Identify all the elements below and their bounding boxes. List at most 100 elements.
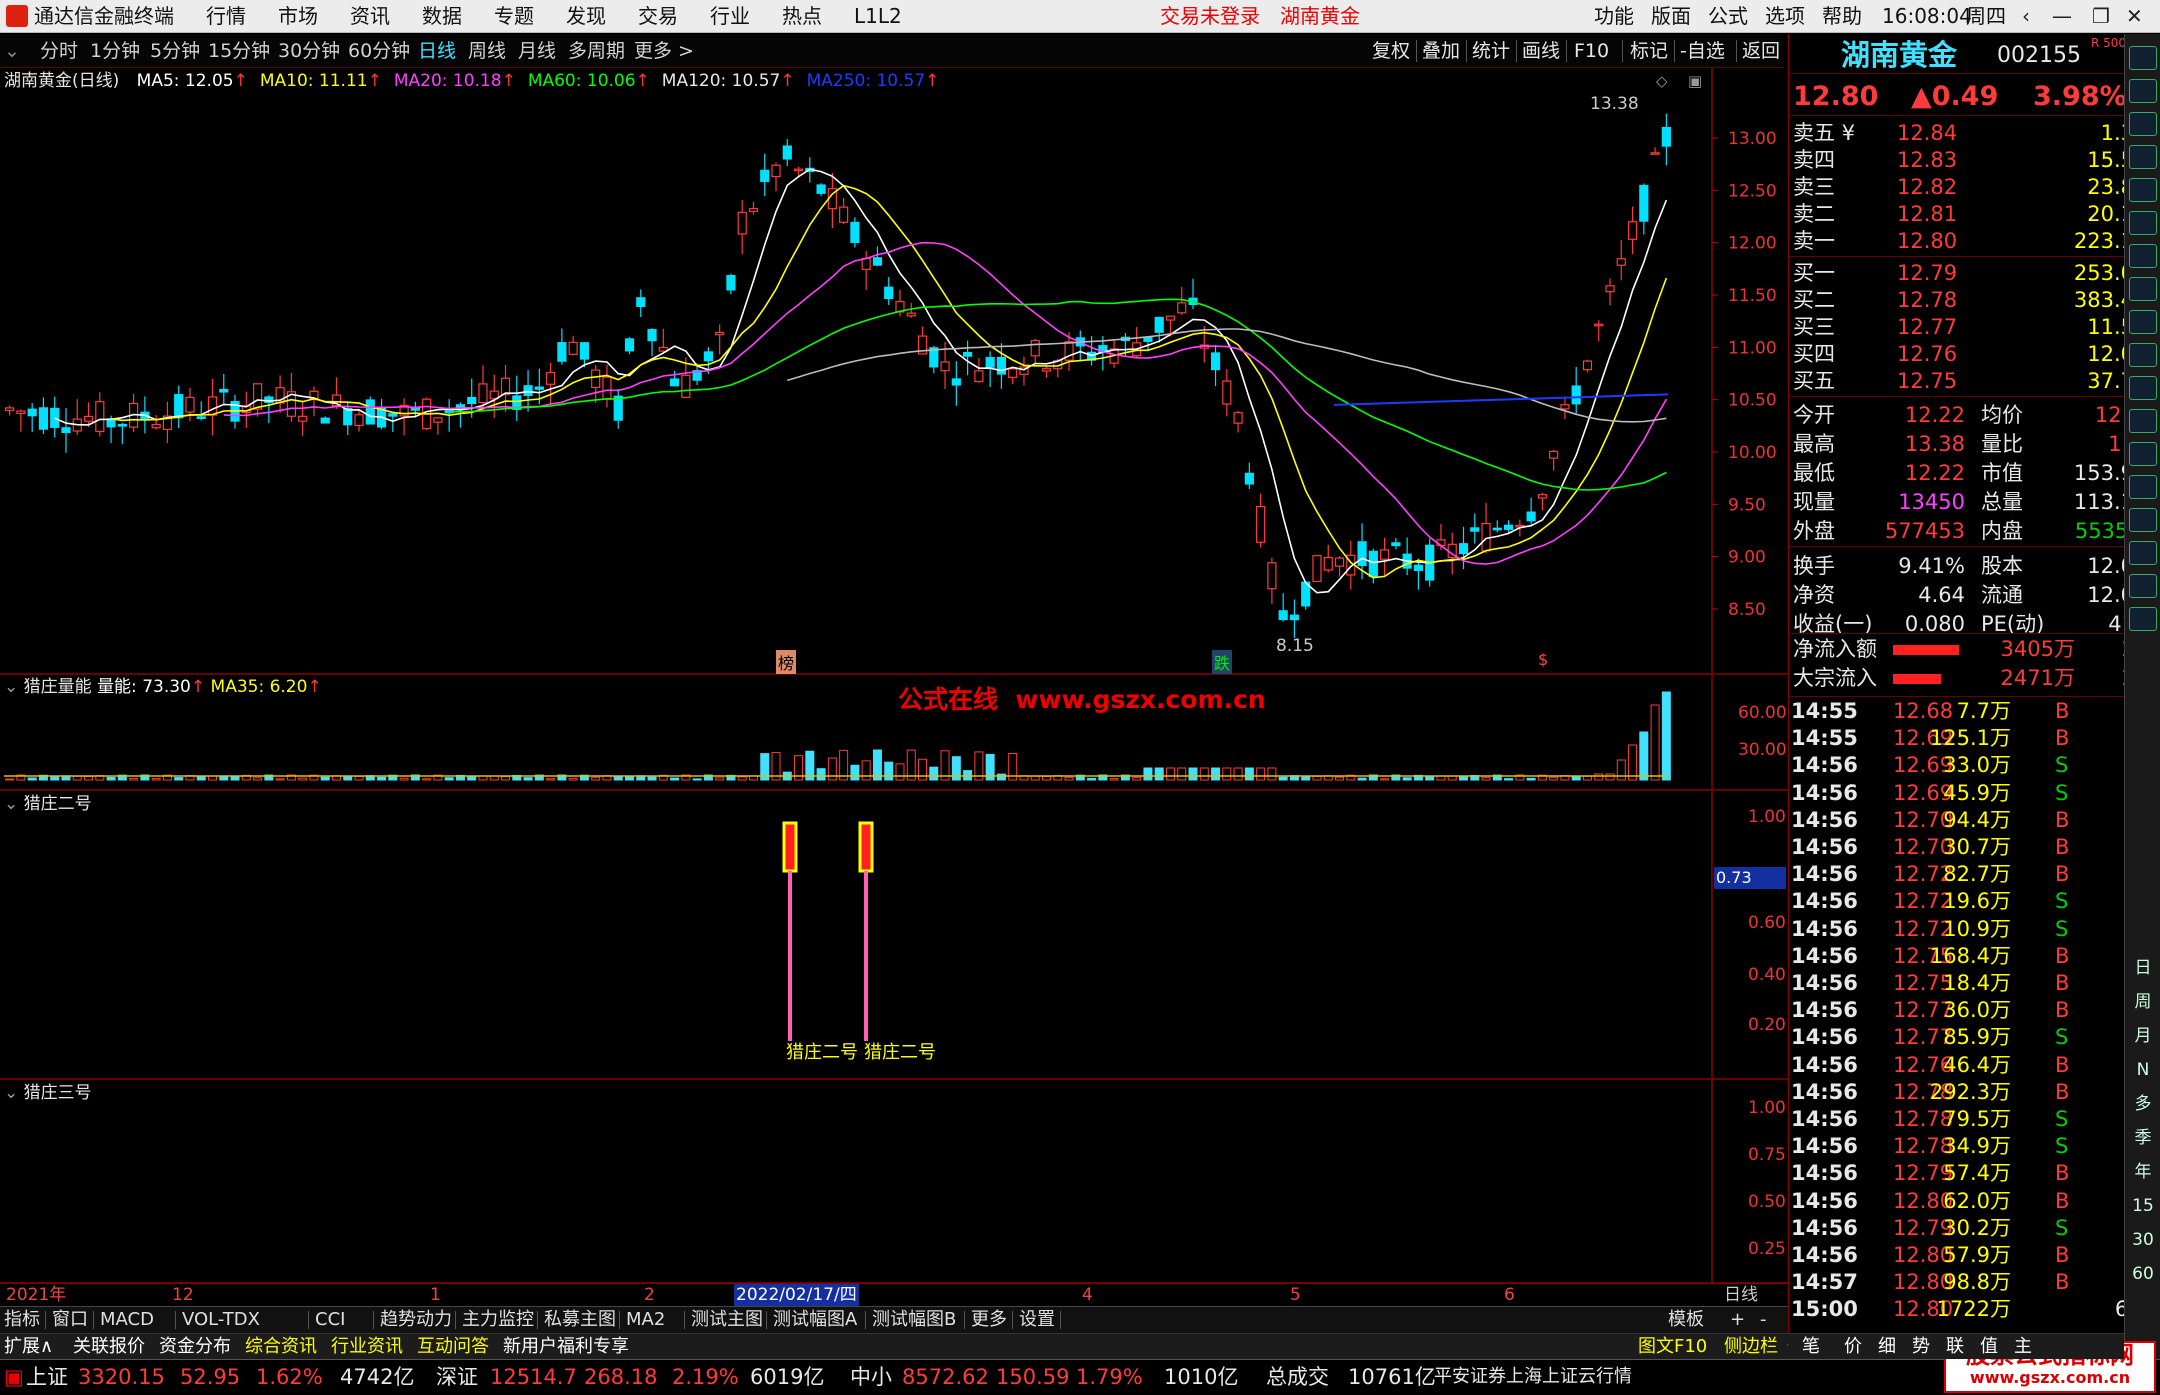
- indicator-tab[interactable]: 测试幅图A: [773, 1308, 857, 1332]
- indicator-tab[interactable]: 测试主图: [691, 1308, 763, 1332]
- panel-collapse-icon[interactable]: ⌄: [4, 794, 18, 814]
- info-tab[interactable]: 关联报价: [73, 1335, 145, 1359]
- ask-row[interactable]: 卖三 12.82 23.8万: [1789, 174, 2160, 201]
- bid-row[interactable]: 买三 12.77 11.5万: [1789, 314, 2160, 341]
- panel-collapse-icon[interactable]: ⌄: [4, 677, 18, 697]
- menu-item-trade[interactable]: 交易: [638, 3, 678, 29]
- menu-item-data[interactable]: 数据: [422, 3, 462, 29]
- indicator-tab[interactable]: 窗口: [52, 1308, 88, 1332]
- menu-item-discover[interactable]: 发现: [566, 3, 606, 29]
- indicator-tab[interactable]: CCI: [315, 1308, 345, 1332]
- bid-row[interactable]: 买四 12.76 12.0万: [1789, 341, 2160, 368]
- indicator-tab[interactable]: 私募主图: [544, 1308, 616, 1332]
- indicator-tab[interactable]: 主力监控: [462, 1308, 534, 1332]
- indicator-tab[interactable]: MA2: [626, 1308, 665, 1332]
- tool-icon[interactable]: [2129, 475, 2157, 499]
- period-tab-weekly[interactable]: 周线: [468, 37, 506, 65]
- overlay-button[interactable]: 叠加: [1422, 37, 1460, 65]
- side-period-8[interactable]: 30: [2129, 1230, 2157, 1250]
- f10-icon[interactable]: [2129, 145, 2157, 169]
- indicator-tab[interactable]: VOL-TDX: [182, 1308, 260, 1332]
- info-tab[interactable]: 资金分布: [159, 1335, 231, 1359]
- side-period-3[interactable]: N: [2129, 1060, 2157, 1080]
- menu-item-market[interactable]: 市场: [278, 3, 318, 29]
- login-status[interactable]: 交易未登录: [1160, 3, 1260, 29]
- f10-button[interactable]: F10: [1574, 37, 1609, 65]
- ask-row[interactable]: 卖五 ¥12.841.3万: [1789, 120, 2160, 147]
- mark-button[interactable]: 标记: [1630, 37, 1668, 65]
- period-tab-15min[interactable]: 15分钟: [208, 37, 270, 65]
- grid-icon[interactable]: [2129, 343, 2157, 367]
- side-period-4[interactable]: 多: [2129, 1094, 2157, 1114]
- bid-row[interactable]: 买二 12.78 383.4万: [1789, 287, 2160, 314]
- side-period-2[interactable]: 月: [2129, 1026, 2157, 1046]
- info-tab-right[interactable]: 侧边栏《: [1724, 1335, 1796, 1359]
- info-tab[interactable]: 互动问答: [417, 1335, 489, 1359]
- ask-row[interactable]: 卖二 12.81 20.1万: [1789, 201, 2160, 228]
- zx-index-name[interactable]: 中小: [850, 1360, 892, 1394]
- quote-panel-tab[interactable]: 价: [1844, 1335, 1862, 1359]
- panel-toggle-icon[interactable]: ▣: [1688, 72, 1702, 90]
- up-arrow-icon[interactable]: [2129, 79, 2157, 103]
- side-period-6[interactable]: 年: [2129, 1162, 2157, 1182]
- period-tab-30min[interactable]: 30分钟: [278, 37, 340, 65]
- menu-item-quotes[interactable]: 行情: [206, 3, 246, 29]
- menu-item-topics[interactable]: 专题: [494, 3, 534, 29]
- quote-panel-tab[interactable]: 值: [1980, 1335, 1998, 1359]
- info-tab[interactable]: 扩展∧: [4, 1335, 53, 1359]
- side-period-5[interactable]: 季: [2129, 1128, 2157, 1148]
- pen-icon[interactable]: [2129, 607, 2157, 631]
- settings-icon[interactable]: [2129, 46, 2157, 70]
- draw-button[interactable]: 画线: [1522, 37, 1560, 65]
- marker-bang[interactable]: 榜: [776, 650, 797, 674]
- info-tab[interactable]: 新用户福利专享: [503, 1335, 629, 1359]
- bid-row[interactable]: 买一 12.79 253.0万: [1789, 260, 2160, 287]
- info-tab[interactable]: 综合资讯: [245, 1335, 317, 1359]
- kline-icon[interactable]: [2129, 244, 2157, 268]
- menu-item-layout[interactable]: 版面: [1651, 3, 1691, 29]
- template-tab[interactable]: +: [1730, 1308, 1745, 1332]
- sh-index-name[interactable]: 上证: [26, 1360, 68, 1394]
- bid-row[interactable]: 买五 12.75 37.7万: [1789, 368, 2160, 395]
- table-icon[interactable]: [2129, 277, 2157, 301]
- menu-item-options[interactable]: 选项: [1765, 3, 1805, 29]
- template-tab[interactable]: 模板: [1668, 1308, 1704, 1332]
- template-tab[interactable]: -: [1760, 1308, 1767, 1332]
- vol-icon[interactable]: [2129, 574, 2157, 598]
- back-arrow-icon[interactable]: ‹: [2022, 2, 2030, 30]
- marker-dollar[interactable]: $: [1538, 650, 1548, 669]
- quote-panel-tab[interactable]: 细: [1878, 1335, 1896, 1359]
- list-icon[interactable]: [2129, 178, 2157, 202]
- menu-item-industry[interactable]: 行业: [710, 3, 750, 29]
- menu-item-formula[interactable]: 公式: [1708, 3, 1748, 29]
- stats-button[interactable]: 统计: [1472, 37, 1510, 65]
- indicator-tab[interactable]: 测试幅图B: [872, 1308, 956, 1332]
- sz-index-name[interactable]: 深证: [436, 1360, 478, 1394]
- side-period-1[interactable]: 周: [2129, 992, 2157, 1012]
- menu-item-hot[interactable]: 热点: [782, 3, 822, 29]
- period-tab-daily[interactable]: 日线: [418, 37, 456, 65]
- close-icon[interactable]: ✕: [2126, 2, 2143, 30]
- line-icon[interactable]: [2129, 211, 2157, 235]
- restore-icon[interactable]: ❐: [2092, 2, 2110, 30]
- ask-row[interactable]: 卖四 12.83 15.5万: [1789, 147, 2160, 174]
- indicator-tab[interactable]: 更多: [971, 1308, 1007, 1332]
- quote-panel-tab[interactable]: 笔: [1802, 1335, 1820, 1359]
- period-tab-multi[interactable]: 多周期: [568, 37, 625, 65]
- period-tab-more[interactable]: 更多 >: [634, 37, 694, 65]
- panel-collapse-icon[interactable]: ⌄: [4, 1083, 18, 1103]
- info-tab[interactable]: 行业资讯: [331, 1335, 403, 1359]
- warning-icon[interactable]: [2129, 508, 2157, 532]
- remove-favorite-button[interactable]: -自选: [1680, 37, 1725, 65]
- period-tab-monthly[interactable]: 月线: [518, 37, 556, 65]
- collapse-icon[interactable]: ⌄: [4, 37, 20, 65]
- minimize-icon[interactable]: —: [2052, 2, 2072, 30]
- quote-panel-tab[interactable]: 势: [1912, 1335, 1930, 1359]
- period-tab-60min[interactable]: 60分钟: [348, 37, 410, 65]
- period-tab-1min[interactable]: 1分钟: [90, 37, 140, 65]
- quote-panel-tab[interactable]: 联: [1946, 1335, 1964, 1359]
- period-tab-intraday[interactable]: 分时: [40, 37, 78, 65]
- side-period-7[interactable]: 15: [2129, 1196, 2157, 1216]
- diamond-icon[interactable]: ◇: [1656, 72, 1668, 90]
- indicator-tab[interactable]: 指标: [4, 1308, 40, 1332]
